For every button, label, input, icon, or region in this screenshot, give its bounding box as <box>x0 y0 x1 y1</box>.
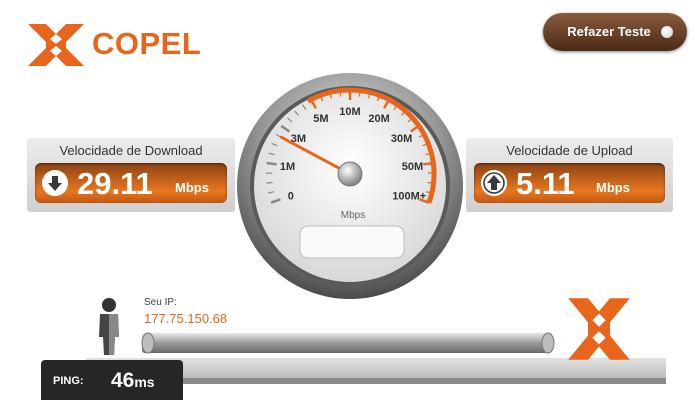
gauge-minor-tick <box>339 90 342 97</box>
ip-label: Seu IP: <box>144 297 177 308</box>
gauge-hub <box>337 161 363 187</box>
upload-unit: Mbps <box>596 180 630 195</box>
gauge-minor-tick <box>266 181 273 184</box>
retest-button[interactable]: Refazer Teste <box>543 13 687 51</box>
gauge-tick-label: 10M <box>339 106 360 118</box>
gauge-major-tick <box>266 161 277 166</box>
gauge-tick-label: 20M <box>368 113 389 125</box>
download-panel: Velocidade de Download 29.11 Mbps <box>27 138 235 212</box>
gauge-tick-label: 5M <box>313 113 328 125</box>
gauge-major-tick <box>423 161 434 166</box>
upload-panel: Velocidade de Upload 5.11 Mbps <box>466 138 673 212</box>
gauge-tick-label: 0 <box>288 191 294 203</box>
ping-label: PING: <box>53 375 84 387</box>
speed-gauge: 01M3M5M10M20M30M50M100M+ Mbps <box>237 73 463 299</box>
gauge-tick-label: 1M <box>280 161 295 173</box>
ping-unit: ms <box>134 374 155 390</box>
server-logo-icon <box>568 298 630 360</box>
brand-name: COPEL <box>92 26 202 61</box>
gauge-minor-tick <box>427 181 434 184</box>
gauge-unit-label: Mbps <box>341 210 365 221</box>
knob-icon <box>661 26 673 38</box>
speedtest-app: COPEL Refazer Teste Velocidade de Downlo… <box>0 0 700 406</box>
ping-readout: 46ms <box>111 369 155 393</box>
gauge-tick-label: 50M <box>402 161 423 173</box>
copel-logo-icon <box>28 24 84 66</box>
upload-readout: 5.11 Mbps <box>474 163 665 203</box>
download-readout: 29.11 Mbps <box>35 163 227 203</box>
download-arrow-icon <box>42 170 68 196</box>
upload-arrow-icon <box>481 170 507 196</box>
gauge-minor-tick <box>358 90 361 97</box>
download-value: 29.11 <box>77 166 153 201</box>
gauge-display-box <box>299 225 405 259</box>
download-unit: Mbps <box>175 180 209 195</box>
gauge-tick-label: 100M+ <box>392 191 426 203</box>
ping-value: 46 <box>111 369 135 392</box>
upload-title: Velocidade de Upload <box>506 143 633 158</box>
download-title: Velocidade de Download <box>59 143 203 158</box>
gauge-tick-label: 30M <box>391 133 412 145</box>
upload-value: 5.11 <box>516 166 575 201</box>
ping-panel: PING: 46ms <box>41 360 183 400</box>
ip-value: 177.75.150.68 <box>144 311 228 326</box>
